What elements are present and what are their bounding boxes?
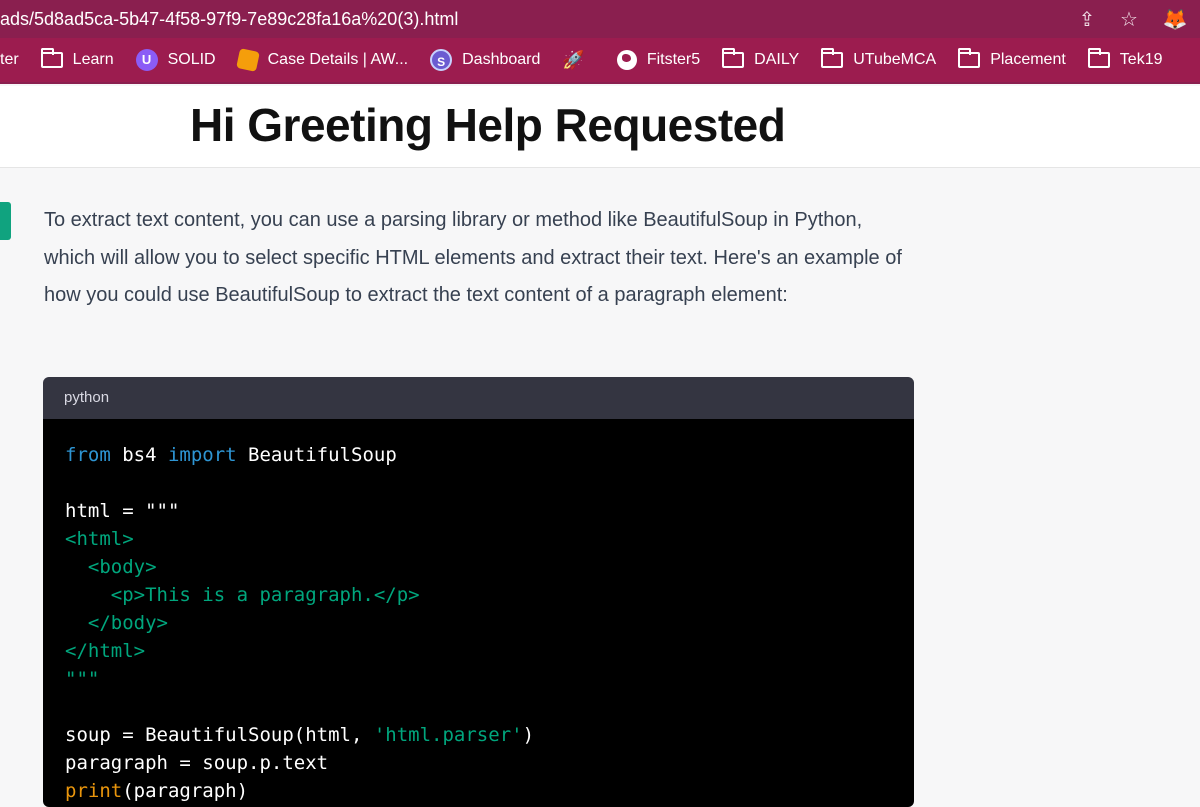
bookmark-label: SOLID — [167, 51, 216, 68]
aws-box-icon — [235, 48, 260, 72]
rocket-icon: 🚀 — [562, 49, 585, 70]
code-line: print(paragraph) — [65, 780, 249, 802]
code-block: python from bs4 import BeautifulSoup htm… — [43, 377, 914, 807]
bookmark-label: Fitster5 — [646, 51, 701, 68]
folder-icon — [821, 48, 844, 68]
code-line: <html> — [65, 528, 134, 550]
bookmark-label: ter — [0, 51, 19, 68]
folder-icon — [958, 48, 981, 68]
assistant-avatar-marker — [0, 202, 11, 240]
code-line: </body> — [65, 612, 168, 634]
share-icon[interactable]: ⇪ — [1066, 0, 1108, 38]
bookmark-dashboard[interactable]: S Dashboard — [430, 49, 540, 71]
solid-logo-icon: U — [135, 49, 158, 71]
bookmark-star-icon[interactable]: ☆ — [1108, 0, 1150, 38]
code-line: paragraph = soup.p.text — [65, 752, 329, 774]
bookmarks-bar: ter Learn U SOLID Case Details | AW... S… — [0, 38, 1200, 84]
code-line: html = """ — [65, 500, 180, 522]
folder-icon — [1087, 48, 1110, 68]
bookmark-ter[interactable]: ter — [0, 51, 19, 69]
bookmark-placement[interactable]: Placement — [958, 48, 1066, 69]
bookmark-fitster5[interactable]: Fitster5 — [616, 50, 701, 70]
page-title: Hi Greeting Help Requested — [190, 99, 786, 151]
bookmark-solid[interactable]: U SOLID — [135, 49, 216, 71]
bookmark-label: Placement — [990, 51, 1066, 68]
toolbar-actions: ⇪ ☆ 🦊 — [1066, 0, 1200, 38]
code-line: """ — [65, 668, 100, 690]
answer-text: To extract text content, you can use a p… — [44, 209, 902, 306]
code-content: from bs4 import BeautifulSoup html = """… — [43, 419, 914, 807]
bookmark-daily[interactable]: DAILY — [722, 48, 800, 69]
code-line: </html> — [65, 640, 146, 662]
code-line: soup = BeautifulSoup(html, 'html.parser'… — [65, 724, 535, 746]
bookmark-label: DAILY — [754, 51, 800, 68]
bookmark-case-details[interactable]: Case Details | AW... — [235, 48, 409, 72]
folder-icon — [722, 48, 745, 68]
bookmark-label: UTubeMCA — [853, 51, 937, 68]
page-header: Hi Greeting Help Requested — [0, 86, 1200, 168]
bookmark-label: Tek19 — [1119, 51, 1163, 68]
code-line: <body> — [65, 556, 157, 578]
metamask-fox-icon[interactable]: 🦊 — [1150, 0, 1200, 38]
code-language-label: python — [43, 377, 914, 419]
bookmark-label: Dashboard — [462, 51, 541, 68]
code-line: <p>This is a paragraph.</p> — [65, 584, 420, 606]
bookmark-utubemca[interactable]: UTubeMCA — [821, 48, 937, 69]
bookmark-label: Learn — [72, 51, 114, 68]
bookmark-label: Case Details | AW... — [267, 51, 409, 68]
globe-icon — [616, 50, 637, 70]
folder-icon — [40, 48, 63, 68]
bookmark-learn[interactable]: Learn — [40, 48, 114, 69]
dashboard-logo-icon: S — [430, 49, 453, 71]
bookmark-rocket[interactable]: 🚀 — [562, 50, 594, 71]
bookmark-tek19[interactable]: Tek19 — [1087, 48, 1163, 69]
browser-toolbar: ads/5d8ad5ca-5b47-4f58-97f9-7e89c28fa16a… — [0, 0, 1200, 38]
code-line: from bs4 import BeautifulSoup — [65, 444, 397, 466]
address-bar[interactable]: ads/5d8ad5ca-5b47-4f58-97f9-7e89c28fa16a… — [0, 0, 458, 38]
